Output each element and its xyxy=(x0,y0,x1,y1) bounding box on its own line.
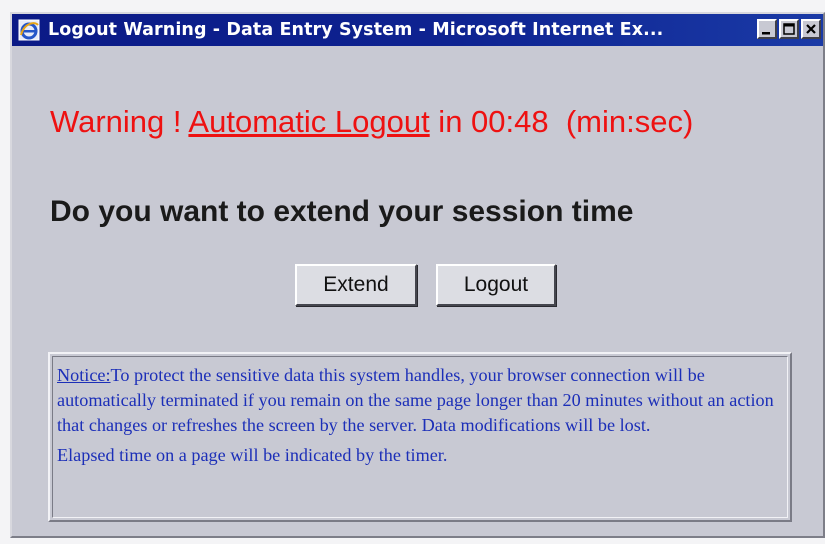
browser-window: Logout Warning - Data Entry System - Mic… xyxy=(10,12,825,538)
page-content: Warning ! Automatic Logout in 00:48 (min… xyxy=(12,46,823,536)
close-icon xyxy=(806,24,816,34)
notice-elapsed-time: Elapsed time on a page will be indicated… xyxy=(57,445,448,465)
automatic-logout-link[interactable]: Automatic Logout xyxy=(188,104,429,139)
warning-prefix: Warning ! xyxy=(50,104,189,139)
title-bar[interactable]: Logout Warning - Data Entry System - Mic… xyxy=(12,14,823,46)
maximize-button[interactable] xyxy=(779,19,799,39)
countdown-unit: (min:sec) xyxy=(548,104,694,139)
countdown-timer: 00:48 xyxy=(471,104,549,139)
maximize-icon xyxy=(783,23,795,35)
minimize-button[interactable] xyxy=(757,19,777,39)
window-title: Logout Warning - Data Entry System - Mic… xyxy=(48,20,664,40)
minimize-icon xyxy=(762,32,770,35)
notice-label: Notice: xyxy=(57,365,111,385)
close-button[interactable] xyxy=(801,19,821,39)
extend-session-question: Do you want to extend your session time xyxy=(50,195,634,228)
notice-body: To protect the sensitive data this syste… xyxy=(57,365,774,435)
logout-warning: Warning ! Automatic Logout in 00:48 (min… xyxy=(50,104,693,140)
extend-button[interactable]: Extend xyxy=(295,264,417,306)
internet-explorer-icon xyxy=(18,19,40,41)
notice-content: Notice:To protect the sensitive data thi… xyxy=(52,356,788,518)
warning-middle: in xyxy=(429,104,472,139)
logout-button[interactable]: Logout xyxy=(436,264,556,306)
notice-box: Notice:To protect the sensitive data thi… xyxy=(48,352,792,522)
